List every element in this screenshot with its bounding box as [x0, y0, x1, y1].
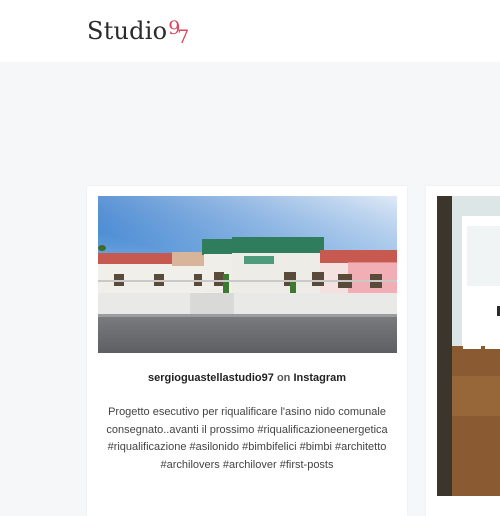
studio97-logo[interactable]: Studio 9 7 [87, 14, 192, 48]
instagram-post-card-next [426, 186, 500, 516]
post-author-line: sergioguastellastudio97 on Instagram [87, 372, 407, 384]
post-caption: Progetto esecutivo per riqualificare l'a… [106, 406, 388, 471]
logo-digit-seven: 7 [177, 26, 190, 48]
instagram-post-card: sergioguastellastudio97 on Instagram Pro… [87, 186, 407, 516]
site-header: Studio 9 7 [0, 0, 500, 62]
post-photo-kindergarten-render[interactable] [98, 196, 397, 353]
username-link[interactable]: sergioguastellastudio97 [148, 372, 274, 384]
instagram-link[interactable]: Instagram [293, 372, 346, 384]
logo-wordmark: Studio [87, 17, 168, 45]
post-photo-interior[interactable] [437, 196, 500, 496]
logo-number: 9 7 [168, 14, 192, 48]
on-label: on [276, 372, 291, 384]
